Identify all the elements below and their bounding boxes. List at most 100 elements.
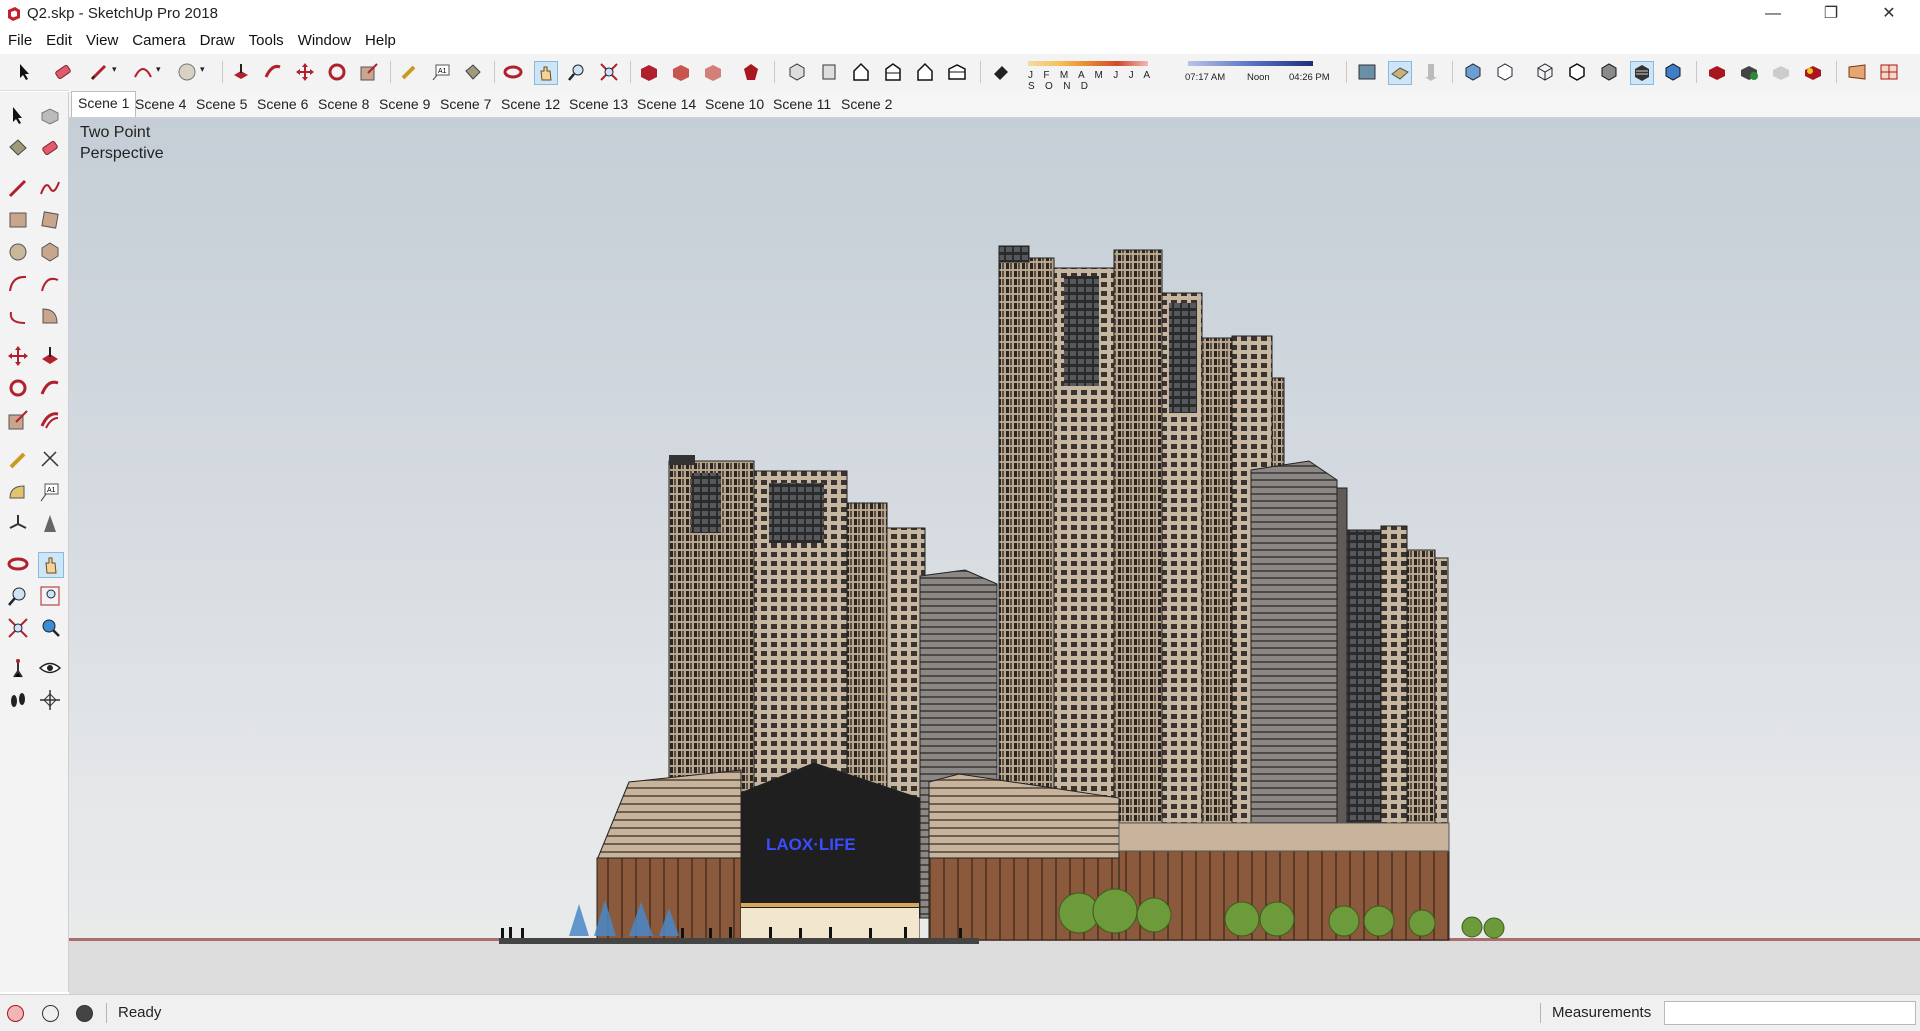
rotated-rectangle-icon[interactable]	[38, 208, 62, 232]
user-account-icon[interactable]	[76, 1005, 93, 1022]
select-icon[interactable]	[6, 104, 30, 128]
circle-icon[interactable]	[6, 240, 30, 264]
close-button[interactable]: ✕	[1860, 0, 1918, 28]
xray-style-icon[interactable]	[1462, 61, 1484, 83]
freehand-icon[interactable]	[38, 176, 62, 200]
push-pull-icon[interactable]	[230, 61, 252, 83]
move-icon[interactable]	[294, 61, 316, 83]
shaded-textures-style-icon[interactable]	[1630, 61, 1654, 85]
zoom-icon[interactable]	[6, 584, 30, 608]
zoom-extents-icon[interactable]	[6, 616, 30, 640]
move-icon[interactable]	[6, 344, 30, 368]
hidden-line-style-icon[interactable]	[1566, 61, 1588, 83]
eraser-icon[interactable]	[52, 61, 74, 83]
line-pencil-icon[interactable]	[88, 61, 110, 83]
follow-me-icon[interactable]	[262, 61, 284, 83]
share-model-icon[interactable]	[670, 61, 692, 83]
two-point-arc-icon[interactable]	[38, 272, 62, 296]
iso-view-icon[interactable]	[786, 61, 808, 83]
shadow-date-slider[interactable]: J F M A M J J A S O N D	[1025, 58, 1170, 92]
make-component-icon[interactable]	[1738, 61, 1760, 83]
top-view-icon[interactable]	[818, 61, 840, 83]
text-tool-icon[interactable]: A1	[38, 480, 62, 504]
orbit-icon[interactable]	[502, 61, 524, 83]
line-icon[interactable]	[6, 176, 30, 200]
warehouse-get-models-icon[interactable]	[638, 61, 660, 83]
previous-view-icon[interactable]	[38, 616, 62, 640]
tape-measure-icon[interactable]	[398, 61, 420, 83]
layout-icon[interactable]	[1846, 61, 1868, 83]
push-pull-icon[interactable]	[38, 344, 62, 368]
walk-icon[interactable]	[6, 688, 30, 712]
tab-scene-12[interactable]: Scene 12	[495, 93, 566, 115]
tab-scene-5[interactable]: Scene 5	[190, 93, 253, 115]
model-viewport[interactable]: Two Point Perspective LAOX·LIFE	[69, 118, 1920, 994]
three-point-arc-icon[interactable]	[6, 304, 30, 328]
wireframe-style-icon[interactable]	[1534, 61, 1556, 83]
tab-scene-11[interactable]: Scene 11	[767, 93, 837, 115]
rotate-icon[interactable]	[326, 61, 348, 83]
eraser-icon[interactable]	[38, 136, 62, 160]
tab-scene-13[interactable]: Scene 13	[563, 93, 634, 115]
component-browser-icon[interactable]	[1706, 61, 1728, 83]
dropdown-arrow-icon[interactable]: ▾	[156, 64, 166, 86]
offset-icon[interactable]	[38, 408, 62, 432]
3d-text-icon[interactable]	[38, 512, 62, 536]
menu-window[interactable]: Window	[291, 28, 358, 54]
left-view-icon[interactable]	[946, 61, 968, 83]
solid-tools-icon[interactable]	[1770, 61, 1792, 83]
tab-scene-4[interactable]: Scene 4	[129, 93, 192, 115]
paint-bucket-icon[interactable]	[462, 61, 484, 83]
geo-location-icon[interactable]	[7, 1005, 24, 1022]
zoom-icon[interactable]	[566, 61, 588, 83]
zoom-extents-icon[interactable]	[598, 61, 620, 83]
tab-scene-1[interactable]: Scene 1	[71, 91, 137, 117]
arc-icon[interactable]	[132, 61, 154, 83]
tab-scene-2[interactable]: Scene 2	[835, 93, 898, 115]
menu-edit[interactable]: Edit	[39, 28, 79, 54]
pan-hand-icon[interactable]	[534, 61, 558, 85]
dropdown-arrow-icon[interactable]: ▾	[112, 64, 122, 86]
tab-scene-7[interactable]: Scene 7	[434, 93, 497, 115]
shadow-time-slider[interactable]: 07:17 AM Noon 04:26 PM	[1183, 58, 1333, 86]
shaded-style-icon[interactable]	[1598, 61, 1620, 83]
building-model[interactable]: LAOX·LIFE	[69, 118, 1920, 994]
dropdown-arrow-icon[interactable]: ▾	[200, 64, 210, 86]
look-around-icon[interactable]	[38, 656, 62, 680]
rotate-icon[interactable]	[6, 376, 30, 400]
tab-scene-9[interactable]: Scene 9	[373, 93, 436, 115]
section-plane-tool-icon[interactable]	[38, 688, 62, 712]
sandbox-icon[interactable]	[1802, 61, 1824, 83]
extension-warehouse-icon[interactable]	[740, 61, 762, 83]
dimension-icon[interactable]	[38, 448, 62, 472]
right-view-icon[interactable]	[882, 61, 904, 83]
rectangle-icon[interactable]	[6, 208, 30, 232]
front-view-icon[interactable]	[850, 61, 872, 83]
display-section-cuts-icon[interactable]	[1420, 61, 1442, 83]
info-icon[interactable]	[42, 1005, 59, 1022]
style-builder-icon[interactable]	[1878, 61, 1900, 83]
share-component-icon[interactable]	[702, 61, 724, 83]
section-plane-icon[interactable]	[1356, 61, 1378, 83]
make-component-icon[interactable]	[38, 104, 62, 128]
tab-scene-6[interactable]: Scene 6	[251, 93, 314, 115]
menu-tools[interactable]: Tools	[242, 28, 291, 54]
tape-measure-icon[interactable]	[6, 448, 30, 472]
orbit-icon[interactable]	[6, 552, 30, 576]
tab-scene-8[interactable]: Scene 8	[312, 93, 375, 115]
pie-icon[interactable]	[38, 304, 62, 328]
tab-scene-10[interactable]: Scene 10	[699, 93, 770, 115]
text-icon[interactable]: A1	[430, 61, 452, 83]
pan-icon[interactable]	[38, 552, 64, 578]
menu-help[interactable]: Help	[358, 28, 403, 54]
protractor-icon[interactable]	[6, 480, 30, 504]
paint-bucket-icon[interactable]	[6, 136, 30, 160]
select-arrow-icon[interactable]	[14, 61, 36, 83]
restore-button[interactable]: ❐	[1802, 0, 1860, 28]
minimize-button[interactable]: —	[1744, 0, 1802, 28]
follow-me-icon[interactable]	[38, 376, 62, 400]
menu-camera[interactable]: Camera	[125, 28, 192, 54]
measurements-input[interactable]	[1664, 1001, 1916, 1025]
shadows-toggle-icon[interactable]	[990, 61, 1012, 83]
zoom-window-icon[interactable]	[38, 584, 62, 608]
